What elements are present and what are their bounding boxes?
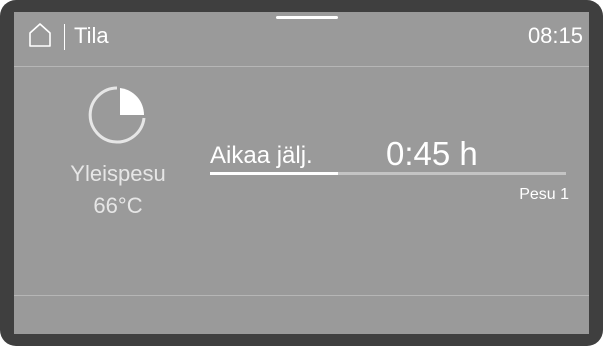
header-separator [64, 24, 65, 50]
page-title: Tila [74, 23, 109, 48]
phase-label: Pesu 1 [519, 186, 569, 203]
footer-divider [14, 295, 589, 296]
remaining-time-value: 0:45 h [386, 135, 478, 172]
program-name: Yleispesu [70, 161, 166, 186]
progress-bar-fill [210, 172, 339, 175]
display-screen: Tila 08:15 Yleispesu 66°C Aikaa jälj. 0:… [14, 12, 589, 334]
status-header: Tila 08:15 [14, 12, 589, 62]
program-temperature: 66°C [93, 193, 143, 218]
device-bezel: Tila 08:15 Yleispesu 66°C Aikaa jälj. 0:… [0, 0, 603, 346]
progress-bar [210, 172, 566, 175]
header-divider [14, 66, 589, 67]
program-phase-icon [88, 86, 146, 144]
remaining-time-label: Aikaa jälj. [210, 142, 313, 169]
home-icon[interactable] [28, 22, 52, 48]
clock: 08:15 [527, 23, 583, 48]
